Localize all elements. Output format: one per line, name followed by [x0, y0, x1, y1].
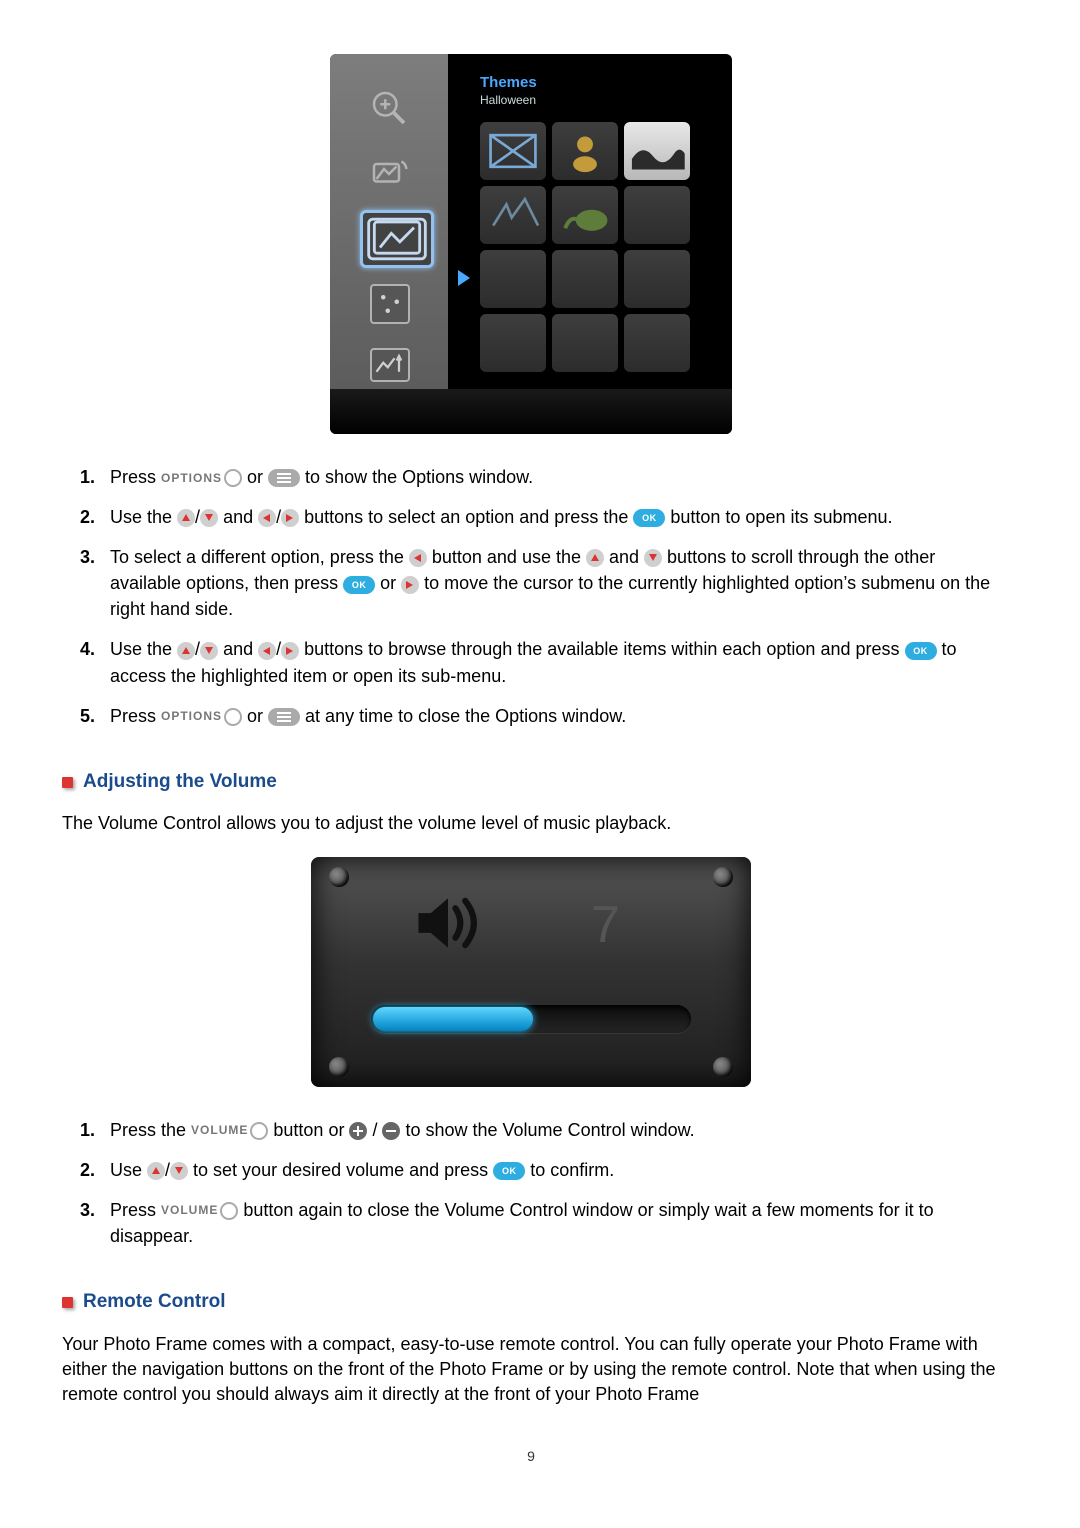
screw-icon — [713, 867, 733, 887]
theme-thumb — [624, 186, 690, 244]
step-item: Press VOLUME button again to close the V… — [100, 1197, 1000, 1249]
theme-thumb — [624, 314, 690, 372]
theme-thumb — [480, 250, 546, 308]
volume-minus-button-icon — [382, 1122, 400, 1140]
button-ring-icon — [250, 1122, 268, 1140]
up-button-icon — [177, 509, 195, 527]
section-title: Adjusting the Volume — [83, 769, 277, 796]
button-label: OPTIONS — [161, 708, 222, 725]
themes-title: Themes — [480, 72, 537, 93]
down-button-icon — [200, 509, 218, 527]
theme-thumb — [480, 186, 546, 244]
volume-value: 7 — [591, 889, 620, 962]
ok-button-icon: OK — [633, 509, 665, 527]
themes-icon — [360, 210, 434, 268]
right-button-icon — [281, 642, 299, 660]
up-button-icon — [147, 1162, 165, 1180]
screw-icon — [713, 1057, 733, 1077]
section-volume-heading: Adjusting the Volume — [62, 769, 1000, 796]
theme-thumb — [480, 314, 546, 372]
up-button-icon — [586, 549, 604, 567]
button-ring-icon — [224, 708, 242, 726]
step-item: Press the VOLUME button or / to show the… — [100, 1117, 1000, 1143]
down-button-icon — [644, 549, 662, 567]
ok-button-icon: OK — [343, 576, 375, 594]
volume-plus-button-icon — [349, 1122, 367, 1140]
down-button-icon — [170, 1162, 188, 1180]
ok-button-icon: OK — [905, 642, 937, 660]
image-rotate-icon — [369, 154, 409, 194]
themes-sidebar — [330, 54, 448, 434]
menu-button-icon — [268, 708, 300, 726]
theme-thumb — [480, 122, 546, 180]
theme-thumb — [552, 122, 618, 180]
theme-thumb — [552, 250, 618, 308]
section-remote-heading: Remote Control — [62, 1289, 1000, 1316]
options-steps: Press OPTIONS or to show the Options win… — [82, 464, 1000, 729]
red-bullet-icon — [62, 1297, 73, 1308]
step-item: Use the / and / buttons to browse throug… — [100, 636, 1000, 688]
transition-icon — [370, 348, 410, 382]
volume-screenshot: 7 — [311, 857, 751, 1087]
manual-page: Themes Halloween — [0, 0, 1080, 1507]
left-button-icon — [409, 549, 427, 567]
step-item: To select a different option, press the … — [100, 544, 1000, 622]
menu-button-icon — [268, 469, 300, 487]
theme-thumb — [624, 122, 690, 180]
button-ring-icon — [224, 469, 242, 487]
button-label: OPTIONS — [161, 470, 222, 487]
section-title: Remote Control — [83, 1289, 226, 1316]
magnifier-icon — [369, 88, 409, 128]
themes-grid — [480, 122, 690, 372]
sparkle-icon — [370, 284, 410, 324]
theme-thumb — [552, 186, 618, 244]
button-ring-icon — [220, 1202, 238, 1220]
left-button-icon — [258, 509, 276, 527]
red-bullet-icon — [62, 777, 73, 788]
speaker-icon — [411, 891, 485, 975]
theme-thumb — [552, 314, 618, 372]
right-button-icon — [401, 576, 419, 594]
step-item: Use / to set your desired volume and pre… — [100, 1157, 1000, 1183]
up-button-icon — [177, 642, 195, 660]
button-label: VOLUME — [161, 1202, 218, 1219]
volume-steps: Press the VOLUME button or / to show the… — [82, 1117, 1000, 1249]
step-item: Use the / and / buttons to select an opt… — [100, 504, 1000, 530]
volume-fill — [373, 1007, 533, 1031]
selection-arrow-icon — [458, 270, 470, 286]
left-button-icon — [258, 642, 276, 660]
step-item: Press OPTIONS or to show the Options win… — [100, 464, 1000, 490]
ok-button-icon: OK — [493, 1162, 525, 1180]
theme-thumb — [624, 250, 690, 308]
themes-subtitle: Halloween — [480, 92, 536, 109]
volume-intro: The Volume Control allows you to adjust … — [62, 811, 1000, 836]
screw-icon — [329, 867, 349, 887]
button-label: VOLUME — [191, 1122, 248, 1139]
down-button-icon — [200, 642, 218, 660]
right-button-icon — [281, 509, 299, 527]
step-item: Press OPTIONS or at any time to close th… — [100, 703, 1000, 729]
remote-paragraph: Your Photo Frame comes with a compact, e… — [62, 1332, 1000, 1408]
screw-icon — [329, 1057, 349, 1077]
themes-screenshot: Themes Halloween — [330, 54, 732, 434]
page-number: 9 — [62, 1447, 1000, 1467]
